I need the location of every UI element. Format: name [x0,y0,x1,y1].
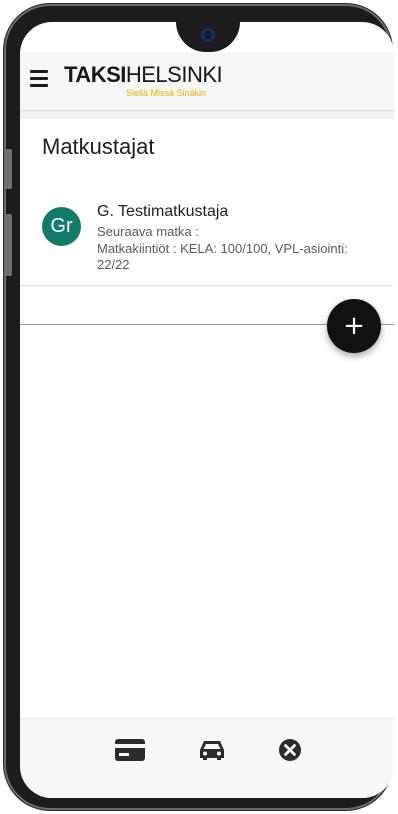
bottom-navigation [20,718,394,798]
passenger-next-trip: Seuraava matka : [97,224,199,239]
payment-card-button[interactable] [112,735,148,765]
add-passenger-button[interactable]: + [327,299,381,353]
logo-light: HELSINKI [125,62,223,87]
passenger-avatar: Gr [42,207,81,246]
order-taxi-button[interactable] [194,735,230,765]
header-gap [20,111,394,119]
plus-icon: + [343,311,365,341]
app-header: TAKSIHELSINKI Siellä Missä Sinäkin [20,52,394,111]
passenger-list-item[interactable]: Gr G. Testimatkustaja Seuraava matka : M… [20,194,394,284]
passenger-quotas: Matkakiintiöt : KELA: 100/100, VPL-asioi… [97,241,348,272]
camera-icon [201,28,215,42]
volume-up-button [4,149,12,189]
close-circle-icon [279,739,301,761]
logo-bold: TAKSI [64,62,126,87]
passenger-name: G. Testimatkustaja [97,203,229,220]
hamburger-menu-icon[interactable] [30,70,48,88]
logo-tagline: Siellä Missä Sinäkin [126,88,207,98]
taksi-helsinki-logo: TAKSIHELSINKI Siellä Missä Sinäkin [64,62,244,102]
list-divider [20,285,394,286]
camera-notch [176,22,240,52]
credit-card-icon [115,739,145,761]
page-title: Matkustajat [42,134,155,159]
app-screen: TAKSIHELSINKI Siellä Missä Sinäkin Matku… [20,22,394,798]
close-button[interactable] [272,735,308,765]
logo-wordmark: TAKSIHELSINKI [64,62,244,88]
taxi-car-icon [200,741,224,760]
volume-down-button [4,214,12,276]
phone-frame: TAKSIHELSINKI Siellä Missä Sinäkin Matku… [4,4,394,810]
